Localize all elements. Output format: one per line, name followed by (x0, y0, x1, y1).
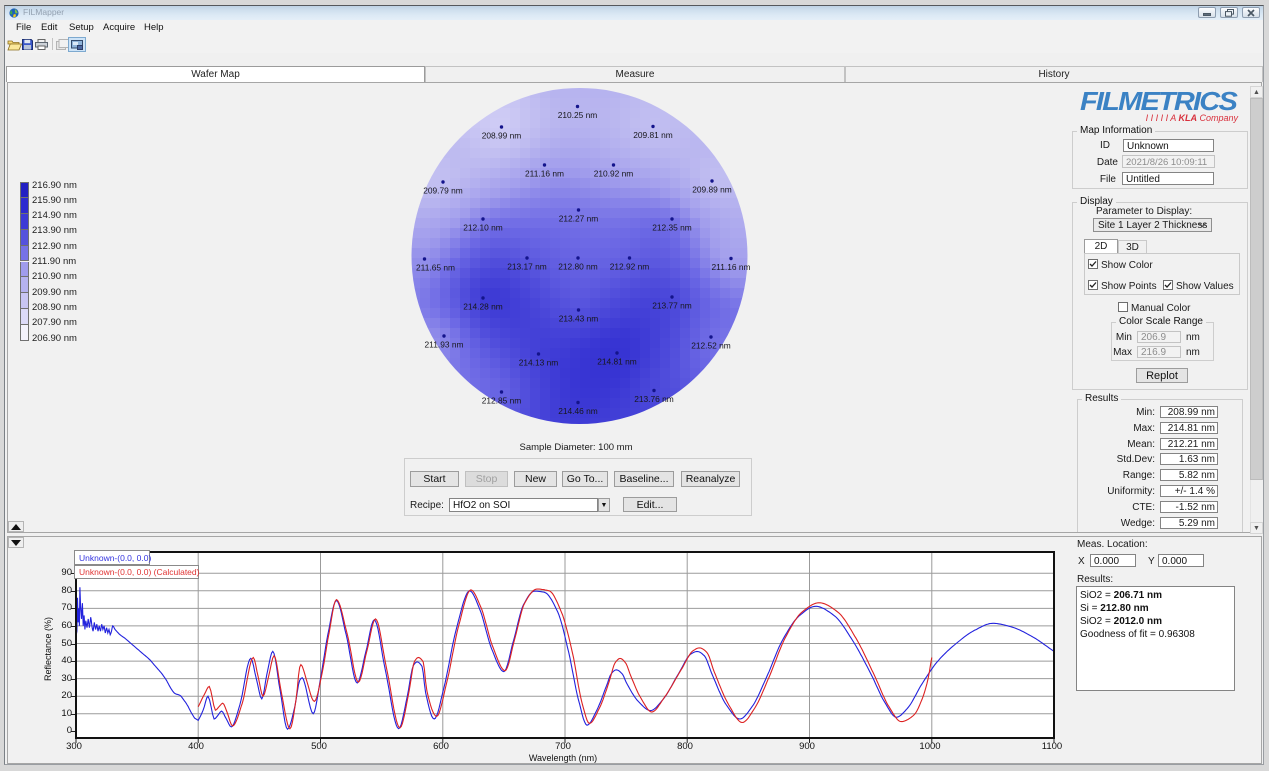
svg-text:211.16 nm: 211.16 nm (525, 169, 564, 179)
svg-text:212.35 nm: 212.35 nm (652, 223, 692, 233)
svg-text:213.76 nm: 213.76 nm (634, 394, 674, 404)
svg-text:209.89 nm: 209.89 nm (692, 185, 732, 195)
svg-text:211.93 nm: 211.93 nm (425, 340, 464, 350)
svg-text:213.77 nm: 213.77 nm (652, 301, 692, 311)
svg-text:210.25 nm: 210.25 nm (558, 110, 598, 120)
svg-text:212.85 nm: 212.85 nm (482, 396, 522, 406)
svg-text:214.13 nm: 214.13 nm (519, 358, 559, 368)
svg-text:213.43 nm: 213.43 nm (559, 314, 599, 324)
svg-text:212.52 nm: 212.52 nm (691, 341, 731, 351)
svg-text:211.16 nm: 211.16 nm (712, 262, 751, 272)
svg-text:212.80 nm: 212.80 nm (558, 262, 598, 272)
svg-text:208.99 nm: 208.99 nm (482, 131, 522, 141)
svg-text:214.28 nm: 214.28 nm (463, 302, 503, 312)
svg-text:212.92 nm: 212.92 nm (610, 262, 650, 272)
svg-text:211.65 nm: 211.65 nm (416, 263, 455, 273)
svg-text:210.92 nm: 210.92 nm (594, 169, 634, 179)
svg-text:212.27 nm: 212.27 nm (559, 214, 599, 224)
svg-text:212.10 nm: 212.10 nm (463, 223, 503, 233)
svg-text:214.46 nm: 214.46 nm (558, 406, 598, 416)
svg-text:213.17 nm: 213.17 nm (507, 262, 547, 272)
svg-text:209.79 nm: 209.79 nm (423, 186, 463, 196)
svg-text:209.81 nm: 209.81 nm (633, 130, 673, 140)
svg-text:214.81 nm: 214.81 nm (597, 357, 637, 367)
